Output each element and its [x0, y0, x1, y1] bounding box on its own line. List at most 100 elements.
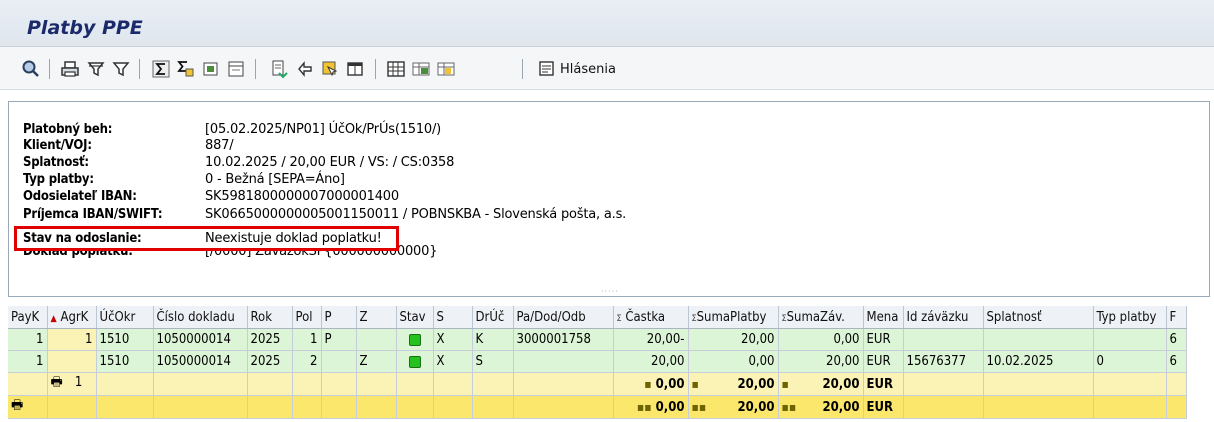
- cell-ucokr: 1510: [96, 328, 154, 351]
- send-status-label: Stav na odoslanie:: [23, 231, 142, 246]
- subtotal-expand-icon[interactable]: 🖶: [51, 375, 63, 390]
- toolbar-separator: [255, 59, 256, 79]
- col-splatnost[interactable]: Splatnosť: [983, 306, 1094, 329]
- col-agrk[interactable]: ▲ AgrK: [47, 306, 97, 329]
- cell-subtotal-mena: EUR: [863, 372, 904, 396]
- toolbar-separator: [139, 59, 140, 79]
- cell-empty: [153, 395, 248, 419]
- send-status-value: Neexistuje doklad poplatku!: [205, 231, 382, 246]
- col-druc[interactable]: DrÚč: [472, 306, 514, 329]
- subtotal-icon[interactable]: [175, 59, 195, 79]
- sender-iban-value: SK5981800000007000001400: [205, 189, 399, 204]
- messages-icon: [539, 61, 554, 76]
- status-green-icon: [408, 355, 421, 368]
- col-suma-zav[interactable]: ΣSumaZáv.: [778, 306, 864, 329]
- cell-typ-platby: 0: [1093, 350, 1167, 373]
- sum-marker-icon: Σ: [616, 313, 622, 324]
- col-year[interactable]: Rok: [247, 306, 293, 329]
- total-suma-platby-value: 20,00: [737, 399, 775, 415]
- layout-change-icon[interactable]: [411, 59, 431, 79]
- details-icon[interactable]: [21, 59, 41, 79]
- cell-empty: [1093, 395, 1167, 419]
- total-expand-icon[interactable]: 🖶: [11, 398, 23, 413]
- cell-empty: [1166, 372, 1187, 396]
- col-typ-platby[interactable]: Typ platby: [1093, 306, 1167, 329]
- title-bar: Platby PPE: [0, 0, 1214, 47]
- cell-suma-platby: 0,00: [688, 350, 779, 373]
- payment-run-label: Platobný beh:: [23, 122, 113, 137]
- cell-empty: [433, 395, 473, 419]
- filter-icon[interactable]: [86, 59, 106, 79]
- col-partner[interactable]: Pa/Dod/Odb: [513, 306, 614, 329]
- col-doc-number[interactable]: Číslo dokladu: [153, 306, 248, 329]
- cell-empty: [356, 395, 397, 419]
- cell-splatnost: [983, 328, 1094, 351]
- filter-set-icon[interactable]: [111, 59, 131, 79]
- print-icon[interactable]: [60, 59, 80, 79]
- find-icon[interactable]: [320, 59, 340, 79]
- messages-button[interactable]: Hlásenia: [537, 57, 616, 81]
- table-row[interactable]: 1 1 1510 1050000014 2025 1 P X K 3000001…: [8, 328, 1187, 351]
- page-title: Platby PPE: [27, 17, 143, 39]
- cell-mena: EUR: [863, 328, 904, 351]
- client-value: 887/: [205, 138, 234, 153]
- grid-icon[interactable]: [386, 59, 406, 79]
- subtotal-marker-icon: ▪: [691, 376, 699, 391]
- total-marker-icon: ▪▪: [781, 399, 797, 414]
- cell-empty: [96, 372, 154, 396]
- cell-empty: [513, 372, 614, 396]
- col-suma-platby[interactable]: ΣSumaPlatby: [688, 306, 779, 329]
- cell-empty: [472, 372, 514, 396]
- sort-icon[interactable]: [295, 59, 315, 79]
- cell-empty: [472, 395, 514, 419]
- messages-label: Hlásenia: [560, 61, 616, 77]
- subtotal-row[interactable]: 🖶 1 ▪ 0,00 ▪ 20,00 ▪ 20,00 EUR: [8, 372, 1187, 396]
- table-row[interactable]: 1 1510 1050000014 2025 2 Z X S 20,00 0,0…: [8, 350, 1187, 373]
- total-row[interactable]: 🖶 ▪▪ 0,00 ▪▪ 20,00 ▪▪ 20,00 EUR: [8, 395, 1187, 419]
- cell-druc: K: [472, 328, 514, 351]
- cell-subtotal-suma-platby: ▪ 20,00: [688, 372, 779, 396]
- layout-select-icon[interactable]: [436, 59, 456, 79]
- cell-p: [321, 350, 357, 373]
- cell-partner: 3000001758: [513, 328, 614, 351]
- cell-empty: [903, 395, 984, 419]
- toolbar: Hlásenia: [0, 47, 1214, 90]
- cell-druc: S: [472, 350, 514, 373]
- col-suma-platby-label: SumaPlatby: [696, 309, 767, 325]
- splitter-handle[interactable]: ·····: [601, 287, 619, 296]
- payment-grid: PayK ▲ AgrK ÚčOkr Číslo dokladu Rok Pol …: [8, 306, 1214, 422]
- subtotal-suma-platby-value: 20,00: [737, 376, 775, 392]
- col-p[interactable]: P: [321, 306, 357, 329]
- col-s[interactable]: S: [433, 306, 473, 329]
- col-id-zavazku[interactable]: Id záväzku: [903, 306, 984, 329]
- layout-icon[interactable]: [226, 59, 246, 79]
- col-pol[interactable]: Pol: [292, 306, 322, 329]
- cell-total-castka: ▪▪ 0,00: [613, 395, 689, 419]
- cell-suma-zav: 20,00: [778, 350, 864, 373]
- cell-ucokr: 1510: [96, 350, 154, 373]
- cell-empty: [292, 395, 322, 419]
- col-castka[interactable]: Σ Častka: [613, 306, 689, 329]
- col-z[interactable]: Z: [356, 306, 397, 329]
- toolbar-separator: [375, 59, 376, 79]
- sum-icon[interactable]: [151, 59, 171, 79]
- cell-empty: [247, 395, 293, 419]
- view-icon[interactable]: [345, 59, 365, 79]
- export-icon[interactable]: [201, 59, 221, 79]
- col-mena[interactable]: Mena: [863, 306, 904, 329]
- total-suma-zav-value: 20,00: [822, 399, 860, 415]
- toolbar-separator: [522, 59, 523, 79]
- col-payk[interactable]: PayK: [8, 306, 48, 329]
- col-agrk-label: AgrK: [60, 309, 89, 325]
- col-f[interactable]: F: [1166, 306, 1187, 329]
- payment-type-value: 0 - Bežná [SEPA=Áno]: [205, 172, 345, 187]
- cell-total-suma-zav: ▪▪ 20,00: [778, 395, 864, 419]
- subtotal-castka-value: 0,00: [655, 376, 685, 392]
- export-spreadsheet-icon[interactable]: [269, 59, 289, 79]
- cell-subtotal-agrk: 🖶 1: [47, 372, 97, 396]
- cell-stav: [396, 328, 434, 351]
- col-ucokr[interactable]: ÚčOkr: [96, 306, 154, 329]
- col-stav[interactable]: Stav: [396, 306, 434, 329]
- col-suma-zav-label: SumaZáv.: [786, 309, 845, 325]
- cell-empty: [903, 372, 984, 396]
